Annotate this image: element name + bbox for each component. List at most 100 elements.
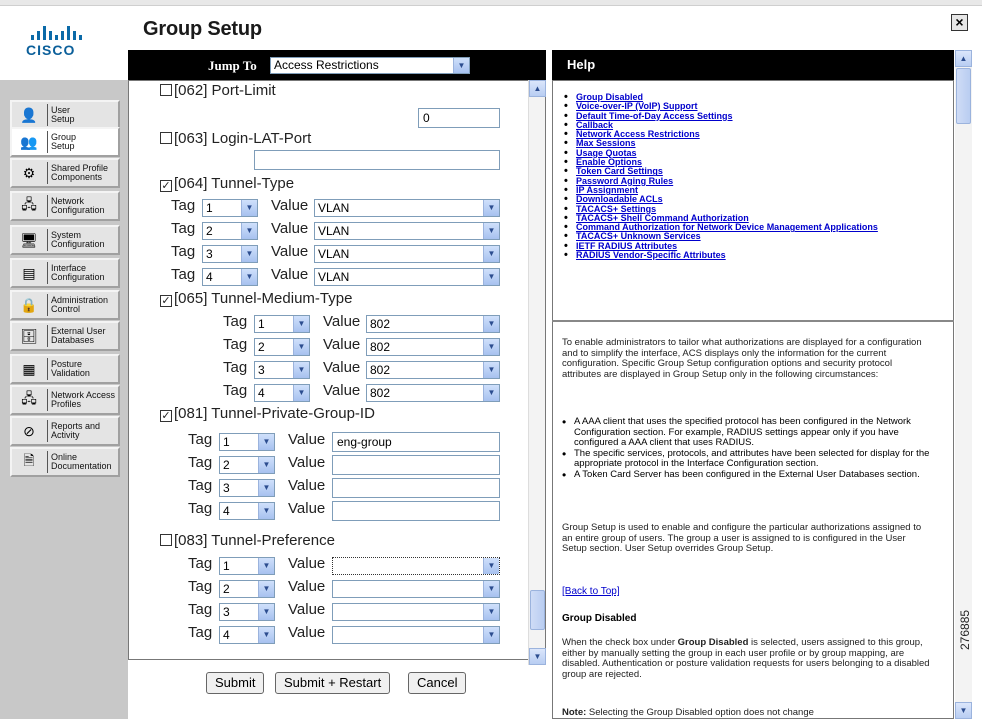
scroll-up-icon[interactable]: ▲ bbox=[529, 80, 546, 97]
tag-select[interactable]: 4 ▼ bbox=[219, 502, 275, 520]
submit-button[interactable]: Submit bbox=[206, 672, 265, 694]
nav-button-1[interactable]: 👤 User Setup bbox=[10, 100, 120, 130]
chevron-down-icon: ▼ bbox=[483, 362, 499, 378]
tag-select[interactable]: 1 ▼ bbox=[219, 557, 275, 575]
value-label: Value bbox=[323, 359, 361, 376]
left-navigation: 👤 User Setup 👥 Group Setup ⚙ Shared Profile Comp… bbox=[0, 80, 128, 719]
tunnel_pref-checkbox[interactable] bbox=[160, 534, 172, 546]
help-scroll-up-icon[interactable]: ▲ bbox=[955, 50, 972, 67]
tag-select[interactable]: 3 ▼ bbox=[254, 361, 310, 379]
tag-label: Tag bbox=[188, 454, 213, 471]
tunnel_type-checkbox[interactable]: ✓ bbox=[160, 180, 172, 192]
tag-select[interactable]: 4 ▼ bbox=[219, 626, 275, 644]
tag-select[interactable]: 1 ▼ bbox=[254, 315, 310, 333]
nav-button-6[interactable]: ▤ Interface Configuration bbox=[10, 258, 120, 288]
nav-button-7[interactable]: 🔒 Administration Control bbox=[10, 290, 120, 320]
tag-select[interactable]: 2 ▼ bbox=[219, 456, 275, 474]
login-lat-input[interactable] bbox=[254, 150, 500, 170]
help-scroll-thumb[interactable] bbox=[956, 68, 971, 124]
form-scrollbar[interactable]: ▲ ▼ bbox=[528, 80, 546, 665]
value-label: Value bbox=[323, 382, 361, 399]
tag-select[interactable]: 3 ▼ bbox=[219, 479, 275, 497]
value-select[interactable]: ▼ bbox=[332, 580, 500, 598]
login-lat-checkbox[interactable] bbox=[160, 132, 172, 144]
help-scroll-down-icon[interactable]: ▼ bbox=[955, 702, 972, 719]
tag-label: Tag bbox=[188, 431, 213, 448]
tunnel_medium-label: ✓ [065] Tunnel-Medium-Type bbox=[160, 290, 353, 307]
nav-button-9[interactable]: ▦ Posture Validation bbox=[10, 354, 120, 384]
tag-select[interactable]: 2 ▼ bbox=[202, 222, 258, 240]
help-text-bold: Group Disabled bbox=[677, 637, 749, 648]
posture-icon: ▦ bbox=[22, 360, 36, 377]
value-label: Value bbox=[271, 220, 309, 237]
value-select[interactable]: 802 ▼ bbox=[366, 338, 500, 356]
chevron-down-icon: ▼ bbox=[258, 558, 274, 574]
help-link[interactable]: RADIUS Vendor-Specific Attributes bbox=[562, 250, 942, 260]
value-select[interactable]: VLAN ▼ bbox=[314, 268, 500, 286]
nav-separator bbox=[47, 162, 48, 184]
value-select[interactable]: VLAN ▼ bbox=[314, 245, 500, 263]
nav-button-12[interactable]: 🗎 Online Documentation bbox=[10, 447, 120, 477]
value-select[interactable]: ▼ bbox=[332, 557, 500, 575]
value-input[interactable] bbox=[332, 478, 500, 498]
close-icon[interactable]: × bbox=[951, 14, 968, 31]
tunnel_type-label: ✓ [064] Tunnel-Type bbox=[160, 175, 295, 192]
value-label: Value bbox=[288, 601, 326, 618]
tag-select[interactable]: 4 ▼ bbox=[202, 268, 258, 286]
form-scroll-thumb[interactable] bbox=[530, 590, 545, 630]
value-input[interactable] bbox=[332, 501, 500, 521]
value-label: Value bbox=[288, 555, 326, 572]
value-select[interactable]: 802 ▼ bbox=[366, 384, 500, 402]
nav-label: External User Databases bbox=[51, 326, 106, 345]
nav-button-2[interactable]: 👥 Group Setup bbox=[10, 127, 120, 157]
tag-select[interactable]: 4 ▼ bbox=[254, 384, 310, 402]
tunnel_medium-checkbox[interactable]: ✓ bbox=[160, 295, 172, 307]
nav-button-5[interactable]: 🖥 System Configuration bbox=[10, 225, 120, 255]
tunnel_group-checkbox[interactable]: ✓ bbox=[160, 410, 172, 422]
help-link[interactable]: Default Time-of-Day Access Settings bbox=[562, 111, 942, 121]
nav-button-4[interactable]: 🖧 Network Configuration bbox=[10, 191, 120, 221]
value-label: Value bbox=[288, 431, 326, 448]
port-limit-checkbox[interactable] bbox=[160, 84, 172, 96]
chevron-down-icon: ▼ bbox=[293, 339, 309, 355]
help-section-heading: Group Disabled bbox=[562, 613, 637, 624]
value-select[interactable]: 802 ▼ bbox=[366, 361, 500, 379]
value-select[interactable]: VLAN ▼ bbox=[314, 222, 500, 240]
value-select[interactable]: VLAN ▼ bbox=[314, 199, 500, 217]
chevron-down-icon: ▼ bbox=[483, 246, 499, 262]
cancel-button[interactable]: Cancel bbox=[408, 672, 467, 694]
chevron-down-icon: ▼ bbox=[483, 558, 499, 574]
back-to-top-link[interactable]: [Back to Top] bbox=[562, 586, 620, 597]
value-select[interactable]: ▼ bbox=[332, 626, 500, 644]
window-top-edge bbox=[0, 0, 982, 6]
scroll-down-icon[interactable]: ▼ bbox=[529, 648, 546, 665]
port-limit-input[interactable]: 0 bbox=[418, 108, 500, 128]
tag-select[interactable]: 2 ▼ bbox=[254, 338, 310, 356]
nav-button-10[interactable]: 🖧 Network Access Profiles bbox=[10, 385, 120, 415]
tag-label: Tag bbox=[171, 266, 196, 283]
tag-select[interactable]: 1 ▼ bbox=[219, 433, 275, 451]
nav-button-8[interactable]: 🗄 External User Databases bbox=[10, 321, 120, 351]
chevron-down-icon: ▼ bbox=[241, 269, 257, 285]
tag-select[interactable]: 2 ▼ bbox=[219, 580, 275, 598]
chevron-down-icon: ▼ bbox=[483, 385, 499, 401]
tag-select[interactable]: 3 ▼ bbox=[219, 603, 275, 621]
value-input[interactable]: eng-group bbox=[332, 432, 500, 452]
admin-control-icon: 🔒 bbox=[20, 296, 38, 313]
tag-select[interactable]: 1 ▼ bbox=[202, 199, 258, 217]
jump-to-select[interactable]: Access Restrictions ▼ bbox=[270, 57, 470, 74]
value-select[interactable]: ▼ bbox=[332, 603, 500, 621]
tag-label: Tag bbox=[188, 477, 213, 494]
tag-select[interactable]: 3 ▼ bbox=[202, 245, 258, 263]
nav-button-3[interactable]: ⚙ Shared Profile Components bbox=[10, 158, 120, 188]
cisco-bars-icon bbox=[31, 24, 110, 40]
reports-icon: ⊘ bbox=[23, 422, 35, 439]
nav-button-11[interactable]: ⊘ Reports and Activity bbox=[10, 416, 120, 446]
chevron-down-icon: ▼ bbox=[483, 269, 499, 285]
value-label: Value bbox=[323, 313, 361, 330]
value-select[interactable]: 802 ▼ bbox=[366, 315, 500, 333]
value-input[interactable] bbox=[332, 455, 500, 475]
value-label: Value bbox=[288, 624, 326, 641]
value-label: Value bbox=[288, 578, 326, 595]
submit-restart-button[interactable]: Submit + Restart bbox=[275, 672, 391, 694]
